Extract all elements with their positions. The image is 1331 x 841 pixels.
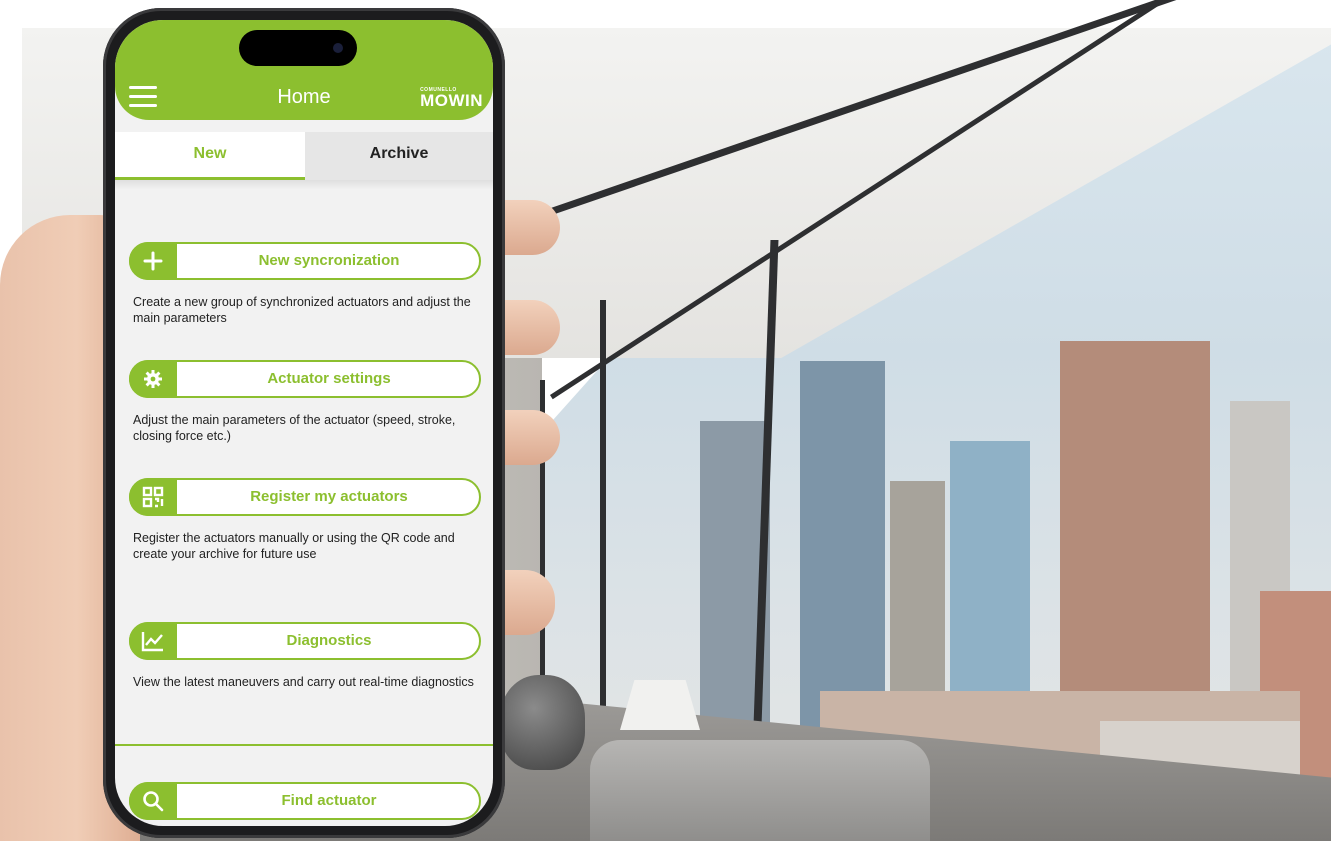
sofa	[590, 740, 930, 841]
phone: Home COMUNELLO MOWIN New Archive New syn…	[103, 8, 505, 838]
decorative-vase	[500, 675, 585, 770]
action-diagnostics: Diagnostics View the latest maneuvers an…	[129, 622, 481, 690]
brand-logo: COMUNELLO MOWIN	[420, 87, 483, 109]
button-label: Diagnostics	[286, 632, 372, 649]
tab-archive[interactable]: Archive	[305, 132, 493, 180]
plus-icon	[129, 242, 177, 280]
brand-name: MOWIN	[420, 91, 483, 110]
app-screen: Home COMUNELLO MOWIN New Archive New syn…	[115, 20, 493, 826]
chart-icon	[129, 622, 177, 660]
action-new-syncronization: New syncronization Create a new group of…	[129, 242, 481, 326]
button-label: Actuator settings	[267, 370, 391, 387]
dynamic-island	[239, 30, 357, 66]
action-description: Adjust the main parameters of the actuat…	[133, 413, 456, 443]
register-my-actuators-button[interactable]: Register my actuators	[129, 478, 481, 516]
gear-icon	[129, 360, 177, 398]
window-frame	[600, 300, 606, 760]
button-label: New syncronization	[258, 252, 400, 269]
find-actuator-button[interactable]: Find actuator	[129, 782, 481, 820]
qr-code-icon	[129, 478, 177, 516]
tab-new[interactable]: New	[115, 132, 305, 180]
button-label: Find actuator	[281, 792, 377, 809]
action-actuator-settings: Actuator settings Adjust the main parame…	[129, 360, 481, 444]
button-label: Register my actuators	[250, 488, 408, 505]
new-syncronization-button[interactable]: New syncronization	[129, 242, 481, 280]
tab-bar: New Archive	[115, 132, 493, 180]
actuator-settings-button[interactable]: Actuator settings	[129, 360, 481, 398]
search-icon	[129, 782, 177, 820]
divider	[115, 744, 493, 746]
action-register-actuators: Register my actuators Register the actua…	[129, 478, 481, 562]
action-description: View the latest maneuvers and carry out …	[133, 675, 474, 689]
action-description: Register the actuators manually or using…	[133, 531, 455, 561]
diagnostics-button[interactable]: Diagnostics	[129, 622, 481, 660]
action-find-actuator: Find actuator	[129, 782, 481, 820]
action-description: Create a new group of synchronized actua…	[133, 295, 471, 325]
